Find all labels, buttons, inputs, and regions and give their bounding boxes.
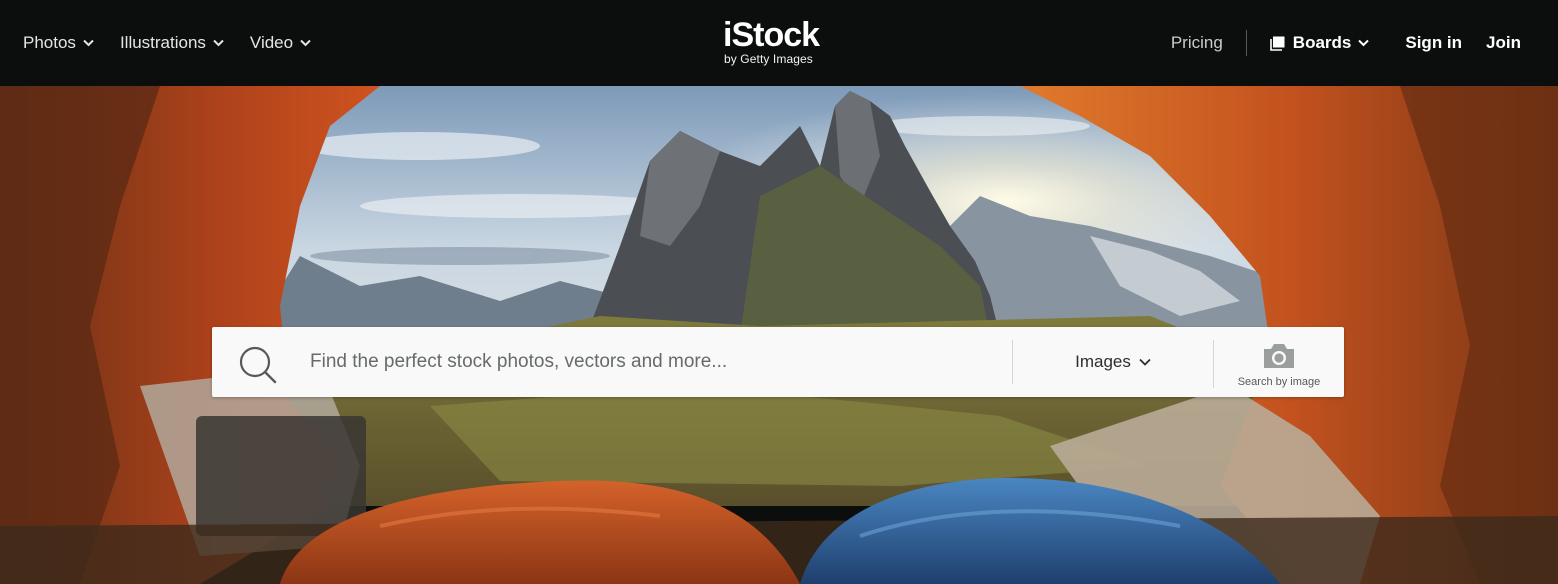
nav-video-label: Video	[249, 33, 294, 52]
nav-photos-label: Photos	[23, 33, 76, 52]
nav-photos[interactable]: Photos	[23, 33, 94, 53]
sign-in-link[interactable]: Sign in	[1405, 33, 1462, 53]
media-type-dropdown[interactable]: Images	[1013, 340, 1213, 384]
nav-video[interactable]: Video	[250, 33, 311, 53]
pricing-link[interactable]: Pricing	[1171, 33, 1223, 53]
category-nav: Photos Illustrations Video	[23, 0, 337, 86]
chevron-down-icon	[83, 39, 94, 47]
nav-illustrations-label: Illustrations	[119, 33, 206, 52]
account-nav: Pricing Boards Sign in Join	[1171, 0, 1521, 86]
chevron-down-icon	[1358, 39, 1370, 47]
media-type-label: Images	[1075, 352, 1131, 371]
chevron-down-icon	[213, 39, 224, 47]
join-link[interactable]: Join	[1486, 33, 1521, 53]
chevron-down-icon	[1139, 358, 1151, 366]
search-icon[interactable]	[238, 345, 278, 385]
istock-logo[interactable]: iStock by Getty Images	[723, 18, 835, 70]
chevron-down-icon	[300, 39, 311, 47]
search-by-image-button[interactable]: Search by image	[1214, 338, 1344, 392]
search-input[interactable]	[297, 335, 997, 389]
boards-menu[interactable]: Boards	[1269, 33, 1370, 53]
search-by-image-label: Search by image	[1237, 376, 1321, 388]
logo-tagline: by Getty Images	[724, 52, 813, 66]
logo-wordmark: iStock	[723, 16, 820, 54]
boards-icon	[1269, 36, 1285, 51]
camera-icon	[1264, 344, 1294, 368]
boards-label: Boards	[1292, 33, 1352, 52]
top-nav-bar: Photos Illustrations Video iStock by Get…	[0, 0, 1558, 86]
nav-divider	[1245, 30, 1247, 56]
nav-illustrations[interactable]: Illustrations	[120, 33, 224, 53]
